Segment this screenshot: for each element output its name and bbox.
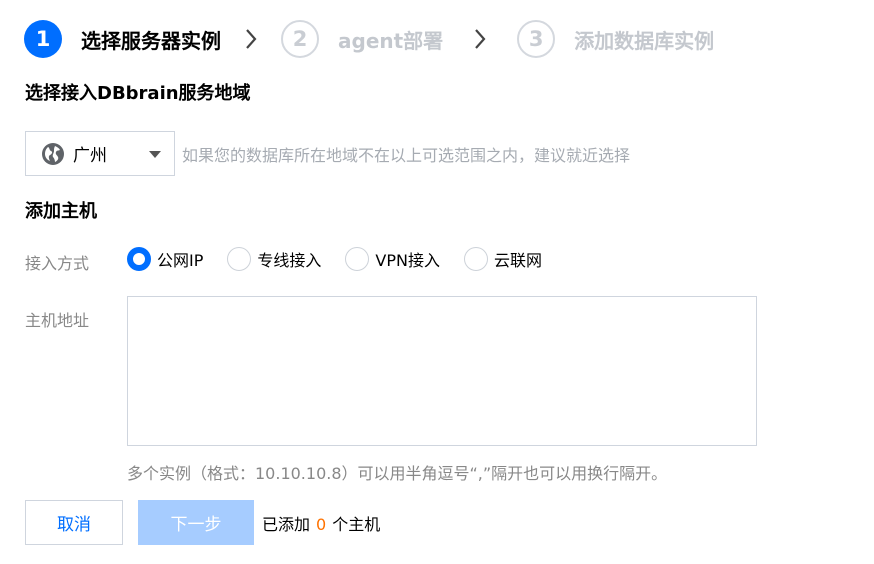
region-section-title: 选择接入DBbrain服务地域: [25, 83, 251, 104]
step-2: 2 agent部署: [281, 20, 443, 58]
step-1-label: 选择服务器实例: [81, 28, 221, 53]
radio-label: VPN接入: [375, 251, 440, 270]
added-prefix: 已添加: [262, 515, 311, 534]
step-1: 1 选择服务器实例: [24, 20, 221, 58]
cancel-button[interactable]: 取消: [25, 500, 123, 545]
radio-label: 公网IP: [157, 251, 204, 270]
added-suffix: 个主机: [332, 515, 381, 534]
chevron-right-icon: [221, 28, 281, 50]
access-method-radio-group: 公网IP 专线接入 VPN接入 云联网: [127, 247, 566, 271]
host-address-textarea[interactable]: [127, 296, 757, 446]
region-select[interactable]: 广州: [25, 131, 175, 176]
host-section-title: 添加主机: [25, 201, 97, 222]
radio-ccn[interactable]: 云联网: [463, 247, 542, 271]
radio-vpn[interactable]: VPN接入: [345, 247, 440, 271]
radio-label: 专线接入: [257, 251, 322, 270]
globe-icon: [42, 142, 64, 165]
step-3-number: 3: [517, 20, 556, 58]
host-address-help: 多个实例（格式：10.10.10.8）可以用半角逗号“,”隔开也可以用换行隔开。: [127, 464, 668, 483]
radio-checked-icon: [127, 247, 151, 271]
step-2-label: agent部署: [338, 28, 444, 53]
added-count: 0: [316, 515, 327, 534]
access-method-label: 接入方式: [25, 254, 90, 273]
step-3: 3 添加数据库实例: [517, 20, 714, 58]
region-select-value: 广州: [73, 146, 107, 166]
radio-direct-connect[interactable]: 专线接入: [227, 247, 321, 271]
step-1-number: 1: [24, 20, 62, 58]
radio-label: 云联网: [493, 251, 542, 270]
step-2-number: 2: [281, 20, 319, 58]
radio-public-ip[interactable]: 公网IP: [127, 247, 203, 271]
added-hosts-info: 已添加 0 个主机: [262, 511, 380, 535]
radio-unchecked-icon: [463, 247, 488, 271]
step-3-label: 添加数据库实例: [574, 28, 715, 53]
region-hint: 如果您的数据库所在地域不在以上可选范围之内，建议就近选择: [182, 146, 631, 165]
steps-bar: 1 选择服务器实例 2 agent部署 3 添加数据库实例: [24, 18, 714, 60]
caret-down-icon: [149, 151, 161, 158]
radio-unchecked-icon: [227, 247, 252, 271]
chevron-right-icon: [443, 28, 517, 50]
radio-unchecked-icon: [345, 247, 370, 271]
host-address-label: 主机地址: [25, 311, 90, 330]
next-button[interactable]: 下一步: [138, 500, 254, 545]
